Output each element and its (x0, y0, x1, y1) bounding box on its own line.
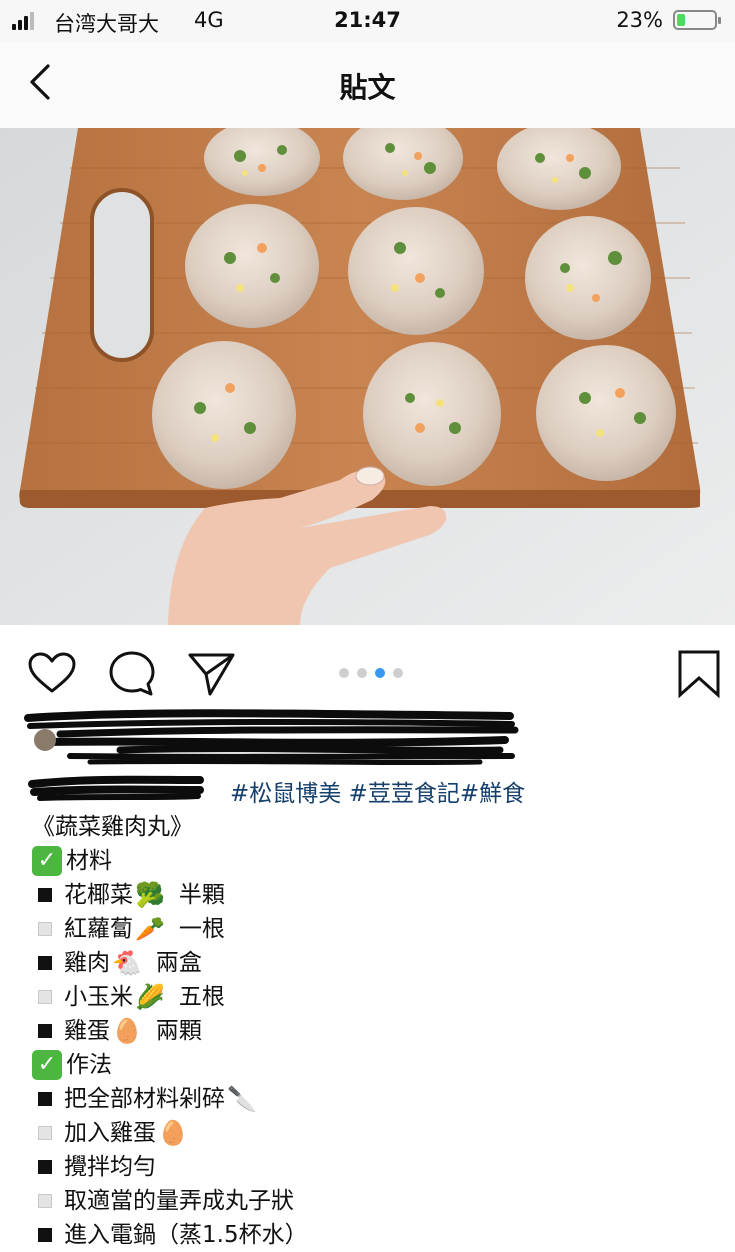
hashtag-line[interactable]: #松鼠博美 #荳荳食記#鮮食 (230, 774, 525, 808)
comment-icon[interactable] (108, 650, 156, 698)
ingredient-quantity: 兩顆 (155, 1018, 202, 1044)
nav-bar: 貼文 (0, 42, 735, 129)
bullet-square-icon (38, 1092, 52, 1106)
ingredients-list: 花椰菜 🥦 半顆紅蘿蔔 🥕 一根雞肉 🐔 兩盒 小玉米 🌽 五根雞蛋 🥚 兩顆 (32, 878, 310, 1048)
ingredients-heading-text: 材料 (66, 848, 112, 874)
carousel-dot (375, 668, 385, 678)
carousel-indicator (339, 668, 403, 678)
recipe-title: 《蔬菜雞肉丸》 (32, 810, 310, 844)
ingredient-quantity: 一根 (178, 916, 225, 942)
step-text: 加入雞蛋 (64, 1120, 156, 1146)
ingredient-row: 雞蛋 🥚 兩顆 (32, 1014, 310, 1048)
post-caption: 《蔬菜雞肉丸》 ✓ 材料 花椰菜 🥦 半顆 紅蘿蔔 🥕 一根 雞肉 🐔 兩盒 小玉米 🌽 五根 雞蛋 🥚 兩顆… (32, 810, 310, 1252)
ingredient-quantity: 五根 (178, 984, 225, 1010)
bullet-square-icon (38, 990, 52, 1004)
bookmark-icon[interactable] (678, 650, 720, 698)
step-row: 進入電鍋（蒸1.5杯水） (32, 1218, 310, 1252)
battery-icon (673, 10, 721, 30)
heart-icon[interactable] (28, 652, 76, 694)
ingredient-emoji: 🥦 (135, 881, 165, 909)
share-send-icon[interactable] (188, 652, 236, 696)
check-mark-icon: ✓ (32, 846, 62, 876)
ingredient-quantity: 半顆 (178, 882, 225, 908)
step-row: 把全部材料剁碎 🔪 (32, 1082, 310, 1116)
check-mark-icon: ✓ (32, 1050, 62, 1080)
carousel-dot (393, 668, 403, 678)
bullet-square-icon (38, 1194, 52, 1208)
steps-heading: ✓ 作法 (32, 1048, 310, 1082)
ingredient-row: 花椰菜 🥦 半顆 (32, 878, 310, 912)
step-emoji: 🔪 (227, 1085, 257, 1113)
meatball-board-illustration (0, 128, 735, 625)
steps-heading-text: 作法 (66, 1052, 112, 1078)
steps-list: 把全部材料剁碎 🔪 加入雞蛋 🥚 攪拌均勻 取適當的量弄成丸子狀 進入電鍋（蒸1.5杯水） (32, 1082, 310, 1252)
step-text: 把全部材料剁碎 (64, 1086, 225, 1112)
ingredients-heading: ✓ 材料 (32, 844, 310, 878)
carousel-dot (339, 668, 349, 678)
ingredient-name: 紅蘿蔔 (64, 916, 133, 942)
step-text: 取適當的量弄成丸子狀 (64, 1188, 294, 1214)
ingredient-name: 雞肉 (64, 950, 110, 976)
recipe-title-text: 《蔬菜雞肉丸》 (32, 814, 193, 840)
ingredient-name: 小玉米 (64, 984, 133, 1010)
post-action-bar (0, 640, 735, 700)
ingredient-emoji: 🐔 (112, 949, 142, 977)
bullet-square-icon (38, 1160, 52, 1174)
ingredient-emoji: 🌽 (135, 983, 165, 1011)
ingredient-row: 雞肉 🐔 兩盒 (32, 946, 310, 980)
step-text: 攪拌均勻 (64, 1154, 156, 1180)
ingredient-quantity: 兩盒 (155, 950, 202, 976)
post-image[interactable] (0, 128, 735, 625)
bullet-square-icon (38, 888, 52, 902)
status-bar: 台湾大哥大 4G 21:47 23% (0, 0, 735, 42)
ingredient-name: 花椰菜 (64, 882, 133, 908)
bullet-square-icon (38, 1126, 52, 1140)
ingredient-row: 紅蘿蔔 🥕 一根 (32, 912, 310, 946)
step-text: 進入電鍋（蒸1.5杯水） (64, 1222, 308, 1248)
step-row: 取適當的量弄成丸子狀 (32, 1184, 310, 1218)
step-row: 加入雞蛋 🥚 (32, 1116, 310, 1150)
page-title: 貼文 (339, 71, 396, 104)
bullet-square-icon (38, 1024, 52, 1038)
step-row: 攪拌均勻 (32, 1150, 310, 1184)
step-emoji: 🥚 (158, 1119, 188, 1147)
bullet-square-icon (38, 922, 52, 936)
ingredient-name: 雞蛋 (64, 1018, 110, 1044)
carousel-dot (357, 668, 367, 678)
battery-percent: 23% (616, 8, 663, 32)
bullet-square-icon (38, 956, 52, 970)
ingredient-emoji: 🥕 (135, 915, 165, 943)
ingredient-emoji: 🥚 (112, 1017, 142, 1045)
ingredient-row: 小玉米 🌽 五根 (32, 980, 310, 1014)
